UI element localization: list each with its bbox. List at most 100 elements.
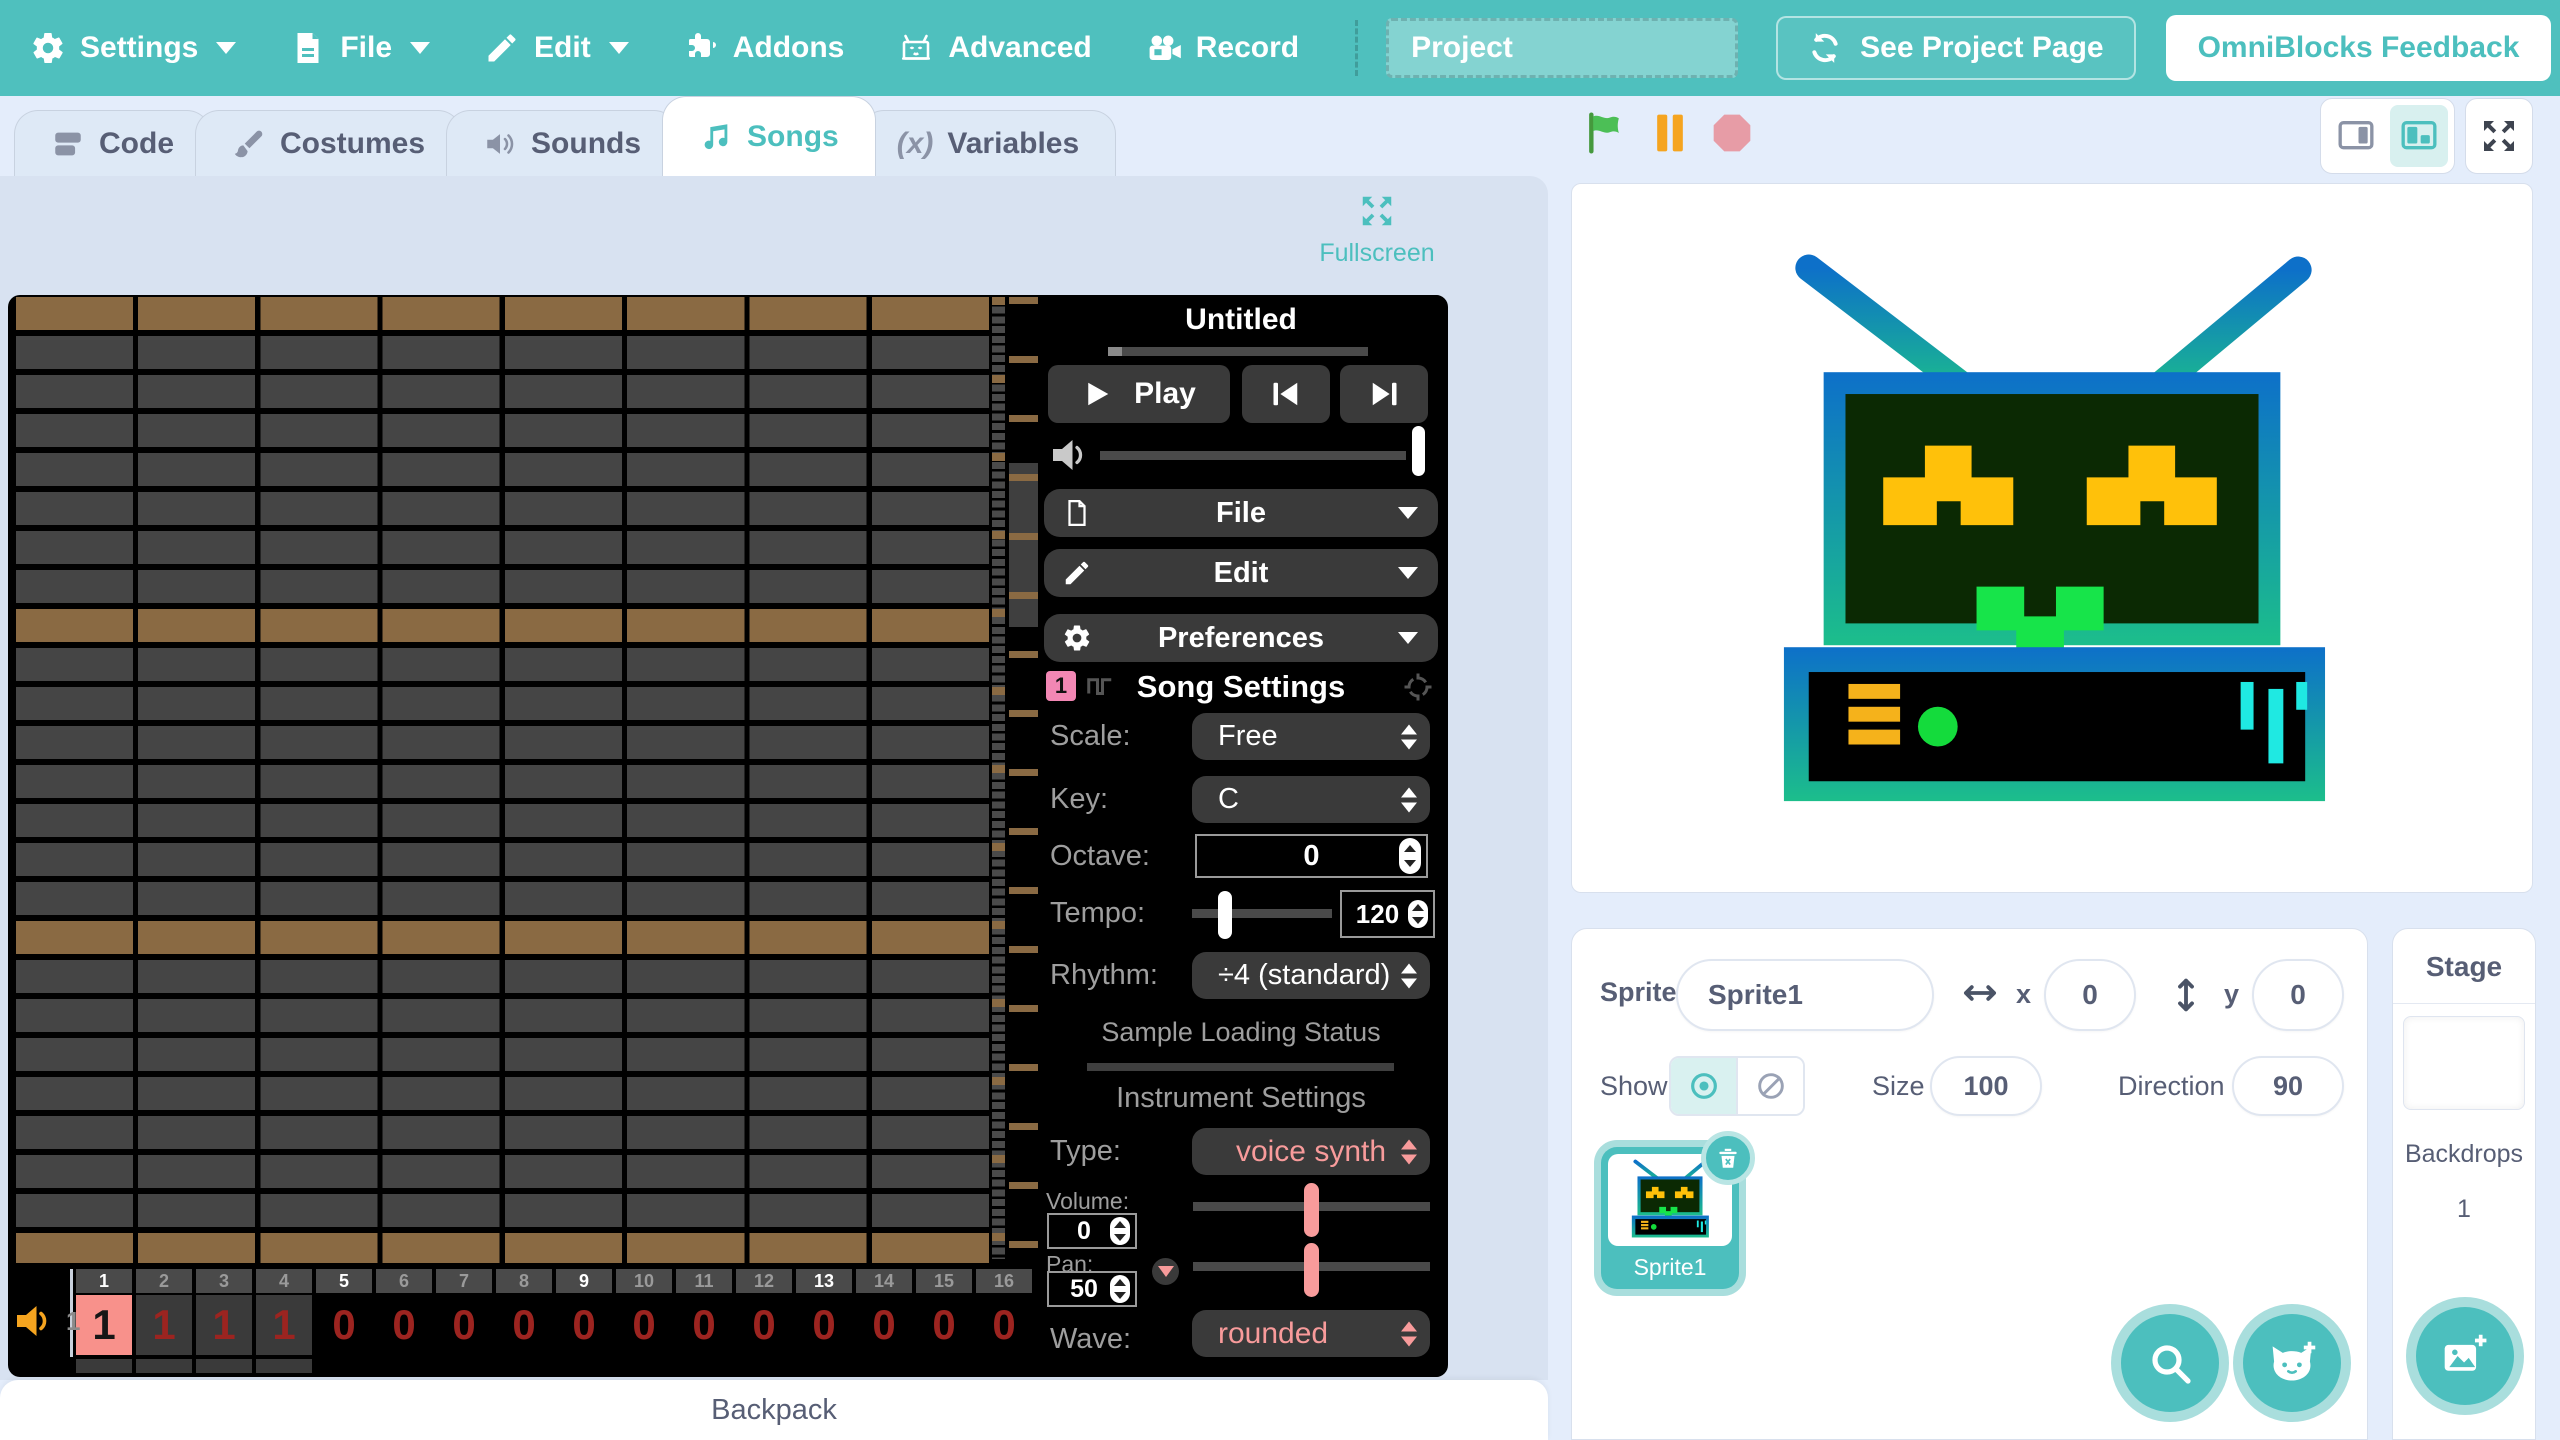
tab-code[interactable]: Code [14, 110, 211, 176]
project-name-input[interactable]: Project [1386, 18, 1738, 78]
sprite-tile[interactable]: Sprite1 [1601, 1147, 1739, 1289]
pattern-cell-1[interactable]: 1 [76, 1295, 132, 1355]
pattern-cell-15[interactable]: 0 [916, 1295, 972, 1355]
file-menu[interactable]: File [290, 30, 430, 66]
track-volume[interactable]: 1 [14, 1301, 80, 1341]
stop-button[interactable] [1707, 108, 1757, 158]
instrument-volume-input[interactable]: 0 [1047, 1213, 1137, 1249]
feedback-button[interactable]: OmniBlocks Feedback [2166, 15, 2552, 81]
rhythm-dropdown[interactable]: ÷4 (standard) [1192, 952, 1430, 999]
pattern-cell-3[interactable]: 1 [196, 1295, 252, 1355]
stage-selector-panel[interactable]: Stage Backdrops 1 [2392, 928, 2536, 1440]
pan-slider-thumb[interactable] [1304, 1243, 1319, 1297]
grid-row[interactable] [16, 531, 994, 564]
grid-row[interactable] [16, 648, 994, 681]
next-row-cell[interactable] [196, 1359, 252, 1373]
pattern-cell-11[interactable]: 0 [676, 1295, 732, 1355]
grid-row[interactable] [16, 921, 994, 954]
song-progress-bar[interactable] [1108, 347, 1368, 356]
pattern-cell-12[interactable]: 0 [736, 1295, 792, 1355]
grid-row[interactable] [16, 726, 994, 759]
grid-row[interactable] [16, 1077, 994, 1110]
grid-row[interactable] [16, 297, 994, 330]
panel-file-menu[interactable]: File [1044, 489, 1438, 537]
grid-row[interactable] [16, 843, 994, 876]
green-flag-button[interactable] [1581, 108, 1631, 158]
stepper-icon[interactable] [1399, 838, 1421, 874]
panel-preferences-menu[interactable]: Preferences [1044, 614, 1438, 662]
pattern-cell-5[interactable]: 0 [316, 1295, 372, 1355]
note-grid[interactable] [16, 297, 994, 1263]
grid-row[interactable] [16, 687, 994, 720]
advanced-menu[interactable]: Advanced [898, 30, 1091, 66]
record-menu[interactable]: Record [1146, 30, 1299, 66]
master-volume-thumb[interactable] [1412, 426, 1425, 476]
octave-input[interactable]: 0 [1195, 834, 1428, 878]
pattern-cell-13[interactable]: 0 [796, 1295, 852, 1355]
grid-row[interactable] [16, 999, 994, 1032]
spinner-arrows-icon[interactable] [1401, 1139, 1417, 1164]
add-backdrop-button[interactable] [2416, 1307, 2514, 1405]
grid-row[interactable] [16, 1233, 994, 1263]
octave-scrollbar[interactable] [1009, 297, 1038, 1259]
stage-fullscreen-button[interactable] [2465, 98, 2533, 174]
play-button[interactable]: Play [1048, 365, 1230, 423]
grid-row[interactable] [16, 375, 994, 408]
instrument-volume-thumb[interactable] [1304, 1183, 1319, 1237]
instrument-type-dropdown[interactable]: voice synth [1192, 1128, 1430, 1175]
grid-row[interactable] [16, 804, 994, 837]
skip-to-start-button[interactable] [1242, 365, 1330, 423]
tempo-input[interactable]: 120 [1340, 890, 1435, 938]
stepper-icon[interactable] [1110, 1217, 1130, 1245]
octave-scrollbar-thumb[interactable] [1009, 463, 1038, 627]
stepper-icon[interactable] [1408, 900, 1428, 928]
panel-edit-menu[interactable]: Edit [1044, 549, 1438, 597]
grid-row[interactable] [16, 1038, 994, 1071]
pattern-cell-9[interactable]: 0 [556, 1295, 612, 1355]
note-minimap-strip[interactable] [992, 297, 1005, 1259]
master-volume-slider[interactable] [1100, 451, 1406, 460]
spinner-arrows-icon[interactable] [1401, 787, 1417, 812]
tab-sounds[interactable]: Sounds [446, 110, 678, 176]
grid-row[interactable] [16, 1155, 994, 1188]
pattern-cell-4[interactable]: 1 [256, 1295, 312, 1355]
pattern-cell-7[interactable]: 0 [436, 1295, 492, 1355]
grid-row[interactable] [16, 492, 994, 525]
pattern-cell-6[interactable]: 0 [376, 1295, 432, 1355]
next-row-cell[interactable] [136, 1359, 192, 1373]
pause-button[interactable] [1645, 108, 1695, 158]
edit-menu[interactable]: Edit [484, 30, 629, 66]
sprite-search-button[interactable] [2121, 1314, 2219, 1412]
pan-reset-button[interactable] [1152, 1258, 1179, 1285]
next-row-cell[interactable] [256, 1359, 312, 1373]
grid-row[interactable] [16, 414, 994, 447]
square-wave-icon[interactable] [1084, 671, 1116, 701]
pattern-cell-2[interactable]: 1 [136, 1295, 192, 1355]
backdrop-thumbnail[interactable] [2403, 1016, 2525, 1110]
pattern-cell-16[interactable]: 0 [976, 1295, 1032, 1355]
editor-fullscreen-button[interactable]: Fullscreen [1302, 192, 1452, 268]
normal-stage-button[interactable] [2390, 105, 2448, 167]
robot-sprite[interactable] [1774, 250, 2330, 826]
spinner-arrows-icon[interactable] [1401, 1321, 1417, 1346]
add-sprite-button[interactable] [2243, 1314, 2341, 1412]
grid-row[interactable] [16, 1194, 994, 1227]
spinner-arrows-icon[interactable] [1401, 963, 1417, 988]
pattern-cell-8[interactable]: 0 [496, 1295, 552, 1355]
stage-canvas[interactable] [1571, 183, 2533, 893]
wave-dropdown[interactable]: rounded [1192, 1310, 1430, 1357]
direction-input[interactable]: 90 [2232, 1056, 2344, 1116]
grid-row[interactable] [16, 453, 994, 486]
spinner-arrows-icon[interactable] [1401, 724, 1417, 749]
settings-menu[interactable]: Settings [30, 30, 236, 66]
grid-row[interactable] [16, 1116, 994, 1149]
skip-to-end-button[interactable] [1340, 365, 1428, 423]
next-row-cell[interactable] [76, 1359, 132, 1373]
grid-row[interactable] [16, 882, 994, 915]
crosshair-icon[interactable] [1400, 669, 1436, 705]
track-badge[interactable]: 1 [1046, 671, 1076, 701]
key-dropdown[interactable]: C [1192, 776, 1430, 823]
backpack-bar[interactable]: Backpack [0, 1380, 1548, 1440]
tab-costumes[interactable]: Costumes [195, 110, 462, 176]
stepper-icon[interactable] [1110, 1275, 1130, 1303]
